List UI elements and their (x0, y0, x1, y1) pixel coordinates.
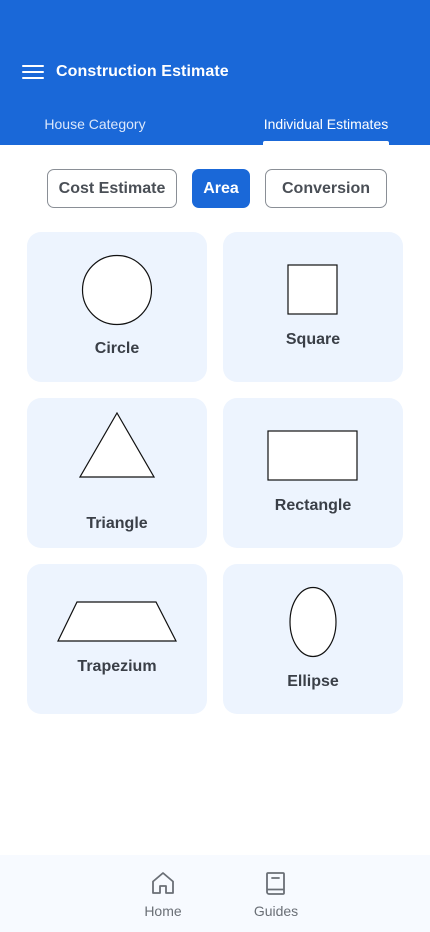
tab-house-category[interactable]: House Category (25, 116, 165, 145)
shape-label: Square (285, 331, 341, 348)
shape-label: Ellipse (287, 673, 339, 690)
triangle-icon (79, 412, 155, 478)
shape-label: Trapezium (77, 658, 157, 675)
app-header: Construction Estimate House Category Ind… (0, 0, 430, 145)
cost-estimate-button[interactable]: Cost Estimate (47, 169, 177, 208)
shape-card-square[interactable]: Square (223, 232, 403, 382)
book-icon (266, 872, 285, 895)
shape-card-rectangle[interactable]: Rectangle (223, 398, 403, 548)
active-tab-indicator (263, 141, 389, 145)
shape-label: Triangle (86, 515, 148, 532)
shape-label: Rectangle (274, 497, 352, 514)
rectangle-icon (267, 430, 358, 481)
conversion-button[interactable]: Conversion (265, 169, 387, 208)
app-root: Construction Estimate House Category Ind… (0, 0, 430, 932)
square-icon (287, 264, 338, 315)
shape-label: Circle (94, 340, 140, 357)
nav-item-guides[interactable]: Guides (241, 869, 311, 923)
nav-item-home[interactable]: Home (128, 869, 198, 923)
shape-card-circle[interactable]: Circle (27, 232, 207, 382)
home-icon (152, 872, 174, 894)
app-title: Construction Estimate (56, 63, 229, 80)
shape-card-ellipse[interactable]: Ellipse (223, 564, 403, 714)
ellipse-icon (289, 586, 337, 658)
trapezium-icon (57, 601, 177, 642)
bottom-navigation: Home Guides (0, 855, 430, 932)
shape-card-trapezium[interactable]: Trapezium (27, 564, 207, 714)
menu-icon[interactable] (22, 64, 44, 80)
nav-label-guides: Guides (253, 903, 299, 919)
circle-icon (81, 254, 153, 326)
area-button[interactable]: Area (192, 169, 250, 208)
nav-label-home: Home (144, 903, 182, 919)
shape-card-triangle[interactable]: Triangle (27, 398, 207, 548)
